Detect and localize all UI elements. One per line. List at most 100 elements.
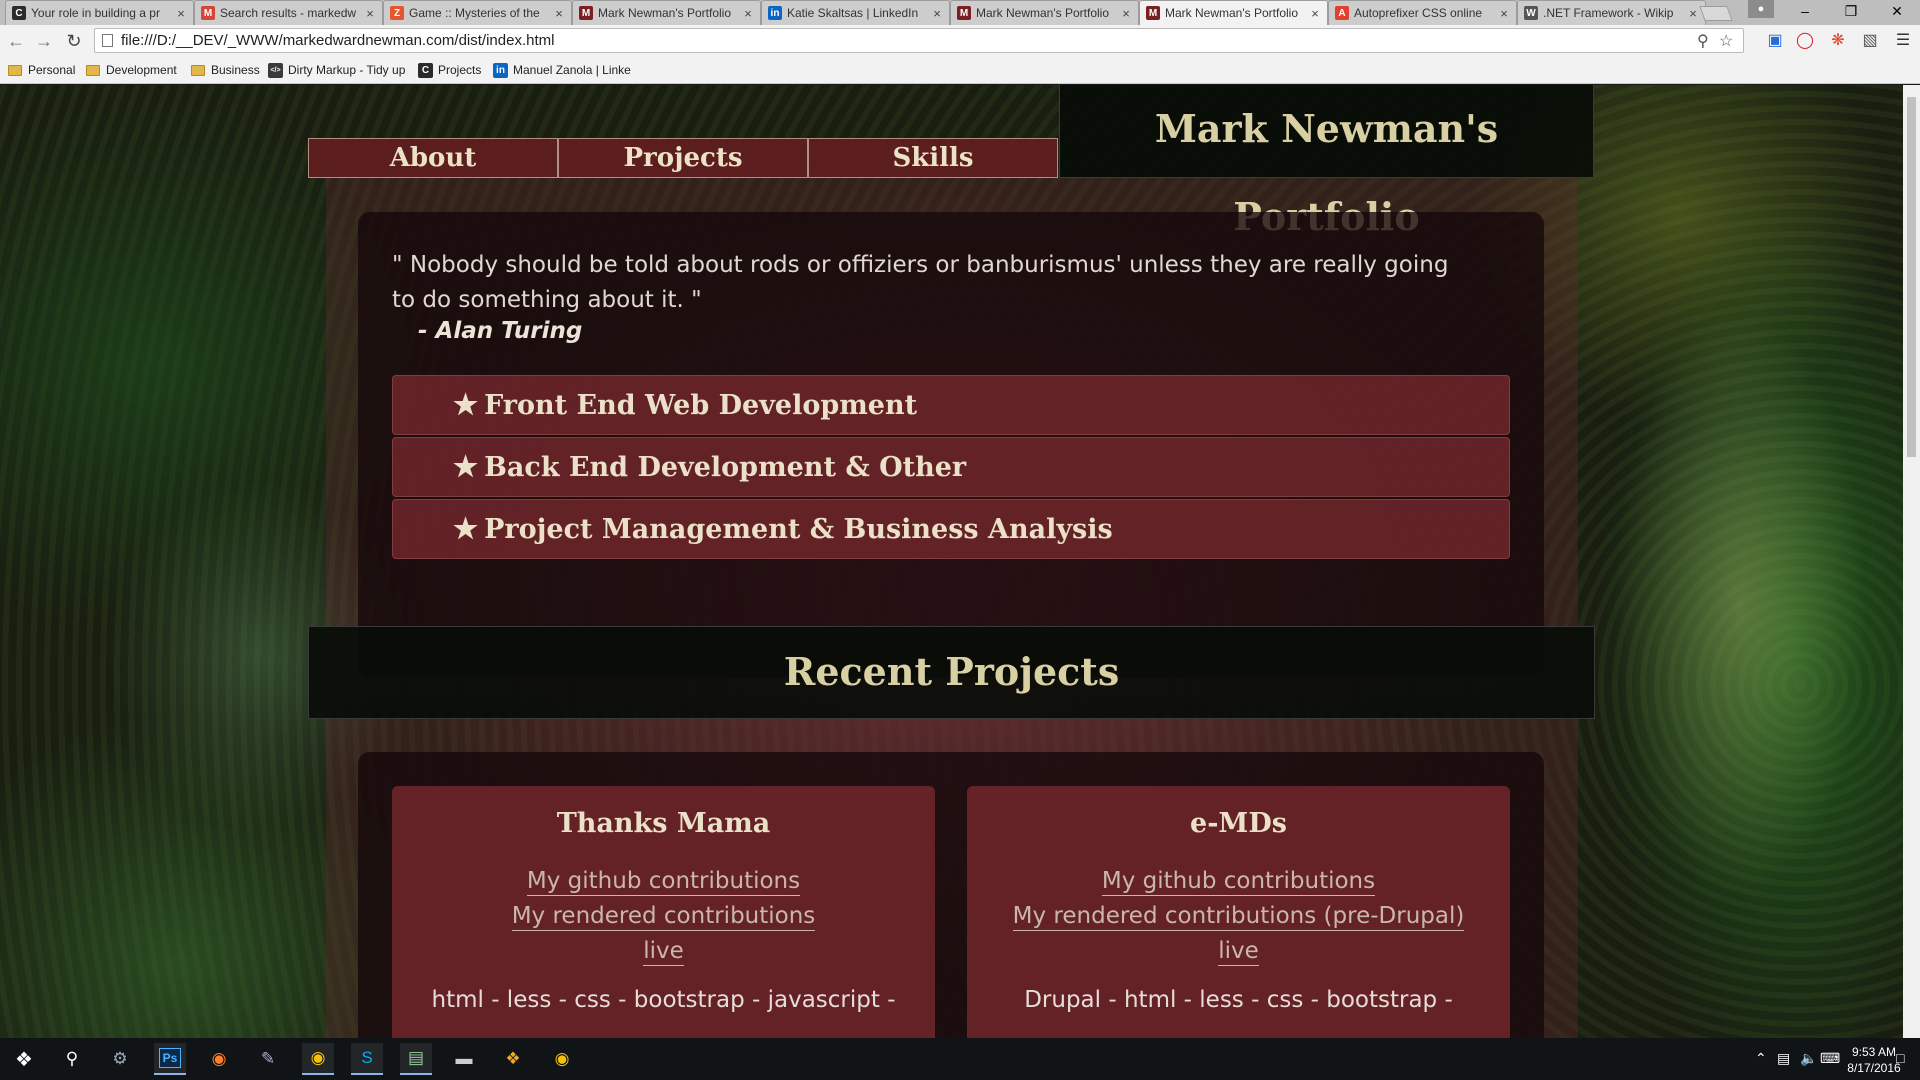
close-tab-icon[interactable]: × xyxy=(175,6,187,21)
bookmark-label: Business xyxy=(211,63,260,77)
quote-author: - Alan Turing xyxy=(418,318,583,344)
steam-icon[interactable]: ⚙ xyxy=(104,1043,136,1075)
vertical-scrollbar[interactable] xyxy=(1903,85,1920,1038)
tab-favicon: in xyxy=(768,6,782,20)
chrome-icon[interactable]: ◉ xyxy=(546,1043,578,1075)
skill-front-end[interactable]: ★ Front End Web Development xyxy=(392,375,1510,435)
bookmark-folder[interactable]: Business xyxy=(191,61,260,79)
tab-title: Mark Newman's Portfolio xyxy=(598,6,731,20)
rendered-contributions-link[interactable]: My rendered contributions (pre-Drupal) xyxy=(967,903,1510,931)
tab-title: .NET Framework - Wikip xyxy=(1543,6,1674,20)
close-tab-icon[interactable]: × xyxy=(553,6,565,21)
notepad-icon[interactable]: ▤ xyxy=(400,1043,432,1075)
close-window-icon[interactable]: ✕ xyxy=(1874,0,1920,25)
user-profile-icon[interactable]: ● xyxy=(1748,0,1774,18)
quote-text: " Nobody should be told about rods or of… xyxy=(392,252,1449,313)
new-tab-button[interactable] xyxy=(1699,6,1733,21)
close-tab-icon[interactable]: × xyxy=(1309,6,1321,21)
pen-tablet-icon[interactable]: ✎ xyxy=(252,1043,284,1075)
nav-skills[interactable]: Skills xyxy=(808,138,1058,178)
start-icon[interactable]: ❖ xyxy=(8,1043,40,1075)
notification-icon[interactable]: □ xyxy=(1896,1050,1904,1066)
rendered-contributions-link[interactable]: My rendered contributions xyxy=(392,903,935,931)
nav-projects[interactable]: Projects xyxy=(558,138,808,178)
browser-tab[interactable]: M Search results - markedw × xyxy=(194,0,383,25)
chevron-up-icon[interactable]: ⌃ xyxy=(1755,1050,1767,1067)
close-tab-icon[interactable]: × xyxy=(1687,6,1699,21)
menu-icon[interactable]: ☰ xyxy=(1893,30,1913,52)
live-link[interactable]: live xyxy=(392,938,935,966)
browser-tab[interactable]: A Autoprefixer CSS online × xyxy=(1328,0,1517,25)
tab-title: Mark Newman's Portfolio xyxy=(976,6,1109,20)
tab-favicon: Z xyxy=(390,6,404,20)
minimize-icon[interactable]: – xyxy=(1782,0,1828,25)
tab-favicon: M xyxy=(1146,6,1160,20)
browser-tab[interactable]: W .NET Framework - Wikip × xyxy=(1517,0,1706,25)
linkedin-icon: in xyxy=(493,62,508,78)
browser-tab[interactable]: M Mark Newman's Portfolio × xyxy=(572,0,761,25)
firefox-icon[interactable]: ◉ xyxy=(203,1043,235,1075)
browser-tab[interactable]: in Katie Skaltsas | LinkedIn × xyxy=(761,0,950,25)
skill-label: Project Management & Business Analysis xyxy=(484,514,1113,545)
bookmark-label: Manuel Zanola | Linke xyxy=(513,63,631,77)
zoom-icon[interactable]: ⚲ xyxy=(1697,31,1709,51)
dirty-markup-icon: </> xyxy=(268,62,283,78)
bookmark-label: Projects xyxy=(438,63,482,77)
nav-about[interactable]: About xyxy=(308,138,558,178)
reload-icon[interactable]: ↻ xyxy=(62,29,86,53)
restore-icon[interactable]: ❐ xyxy=(1828,0,1874,25)
tab-favicon: M xyxy=(201,6,215,20)
bookmark-item[interactable]: C Projects xyxy=(418,61,481,79)
back-icon[interactable]: ← xyxy=(4,29,28,53)
bookmark-label: Personal xyxy=(28,63,76,77)
page-viewport: About Projects Skills Mark Newman's Port… xyxy=(0,85,1903,1038)
scrollbar-thumb[interactable] xyxy=(1907,97,1916,457)
close-tab-icon[interactable]: × xyxy=(1498,6,1510,21)
bookmark-item[interactable]: in Manuel Zanola | Linke xyxy=(493,61,631,79)
tab-favicon: M xyxy=(579,6,593,20)
live-link[interactable]: live xyxy=(967,938,1510,966)
project-title: Thanks Mama xyxy=(556,808,771,839)
browser-tab[interactable]: C Your role in building a pr × xyxy=(5,0,194,25)
browser-tab-active[interactable]: M Mark Newman's Portfolio × xyxy=(1139,0,1328,25)
browser-toolbar: ← → ↻ file:///D:/__DEV/_WWW/markedwardne… xyxy=(0,25,1920,57)
skill-project-management[interactable]: ★ Project Management & Business Analysis xyxy=(392,499,1510,559)
tab-favicon: A xyxy=(1335,6,1349,20)
bookmark-star-icon[interactable]: ☆ xyxy=(1719,31,1733,51)
photoshop-icon[interactable]: Ps xyxy=(154,1043,186,1075)
chrome-icon[interactable]: ◉ xyxy=(302,1043,334,1075)
browser-tab[interactable]: M Mark Newman's Portfolio × xyxy=(950,0,1139,25)
bookmark-folder[interactable]: Personal xyxy=(8,61,75,79)
folder-tray-icon[interactable]: ▬ xyxy=(448,1043,480,1075)
bookmark-item[interactable]: </> Dirty Markup - Tidy up xyxy=(268,61,405,79)
extension-icon[interactable]: ▧ xyxy=(1860,30,1880,52)
forward-icon[interactable]: → xyxy=(32,29,56,53)
color-picker-icon[interactable]: ❋ xyxy=(1828,30,1848,52)
skype-icon[interactable]: S xyxy=(351,1043,383,1075)
skill-back-end[interactable]: ★ Back End Development & Other xyxy=(392,437,1510,497)
address-bar[interactable]: file:///D:/__DEV/_WWW/markedwardnewman.c… xyxy=(94,28,1744,53)
page-icon xyxy=(102,34,113,47)
git-icon[interactable]: ❖ xyxy=(497,1043,529,1075)
network-icon[interactable]: ▤ xyxy=(1777,1050,1790,1067)
opera-icon[interactable]: ◯ xyxy=(1795,30,1815,52)
codecademy-icon: C xyxy=(418,62,433,78)
close-tab-icon[interactable]: × xyxy=(364,6,376,21)
skill-label: Back End Development & Other xyxy=(484,452,967,483)
volume-icon[interactable]: 🔈 xyxy=(1800,1050,1817,1067)
close-tab-icon[interactable]: × xyxy=(1120,6,1132,21)
browser-tab[interactable]: Z Game :: Mysteries of the × xyxy=(383,0,572,25)
tab-title: Katie Skaltsas | LinkedIn xyxy=(787,6,919,20)
project-tech-list: html - less - css - bootstrap - javascri… xyxy=(431,987,896,1013)
project-tech-list: Drupal - html - less - css - bootstrap - xyxy=(1024,987,1453,1013)
close-tab-icon[interactable]: × xyxy=(742,6,754,21)
github-contributions-link[interactable]: My github contributions xyxy=(967,868,1510,896)
tab-title: Autoprefixer CSS online xyxy=(1354,6,1483,20)
project-card-e-mds: e-MDs My github contributions My rendere… xyxy=(967,786,1510,1038)
search-icon[interactable]: ⚲ xyxy=(56,1043,88,1075)
cast-icon[interactable]: ▣ xyxy=(1765,30,1785,52)
bookmark-folder[interactable]: Development xyxy=(86,61,177,79)
tab-favicon: W xyxy=(1524,6,1538,20)
close-tab-icon[interactable]: × xyxy=(931,6,943,21)
github-contributions-link[interactable]: My github contributions xyxy=(392,868,935,896)
